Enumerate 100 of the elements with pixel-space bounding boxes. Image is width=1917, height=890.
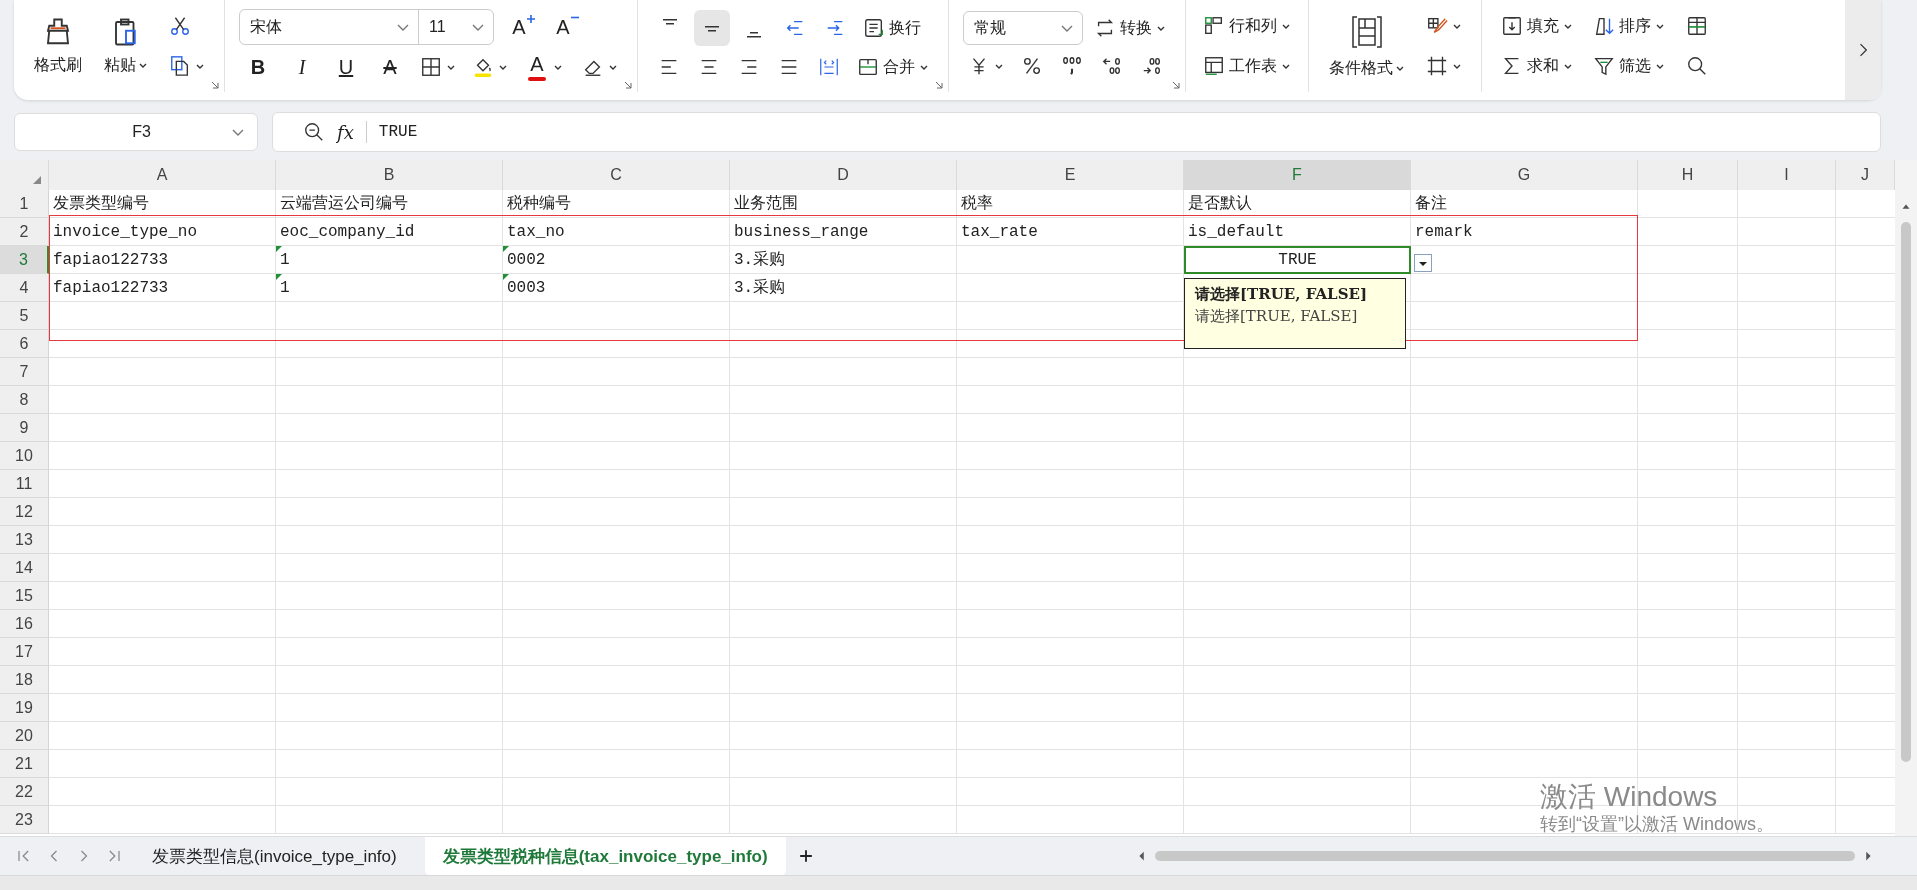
table-cell: 0003 (503, 274, 730, 302)
column-header[interactable]: I (1738, 160, 1836, 192)
row-header[interactable]: 15 (0, 582, 49, 610)
column-header[interactable]: H (1638, 160, 1738, 192)
filter-icon (1593, 55, 1615, 77)
table-cell-text: fapiao122733 (52, 250, 170, 271)
function-button[interactable]: fx (337, 121, 354, 143)
color-bar-icon (528, 77, 546, 81)
row-header[interactable]: 14 (0, 554, 49, 582)
dialog-launcher-icon[interactable] (210, 80, 220, 90)
sum-button[interactable]: 求和 (1496, 51, 1578, 81)
row-header[interactable]: 7 (0, 358, 49, 386)
fill-button[interactable]: 填充 (1496, 11, 1578, 41)
sort-button[interactable]: 排序 (1588, 11, 1670, 41)
sheet-tab[interactable]: 发票类型信息(invoice_type_info) (134, 836, 415, 876)
italic-button[interactable]: I (283, 51, 321, 83)
row-header[interactable]: 3 (0, 246, 49, 274)
copy-icon (169, 55, 191, 77)
paint-bucket-icon (472, 56, 494, 78)
wrap-text-icon (863, 17, 885, 39)
scrollbar-thumb[interactable] (1901, 222, 1911, 762)
freeze-panes-icon (1686, 15, 1708, 37)
row-header[interactable]: 1 (0, 190, 49, 218)
row-header[interactable]: 9 (0, 414, 49, 442)
zoom-out-icon[interactable] (303, 121, 325, 143)
column-header[interactable]: A (49, 160, 276, 192)
merge-button[interactable]: 合并 (852, 52, 934, 82)
row-header[interactable]: 2 (0, 218, 49, 246)
tooltip-message: 请选择[TRUE, FALSE] (1195, 307, 1359, 326)
dialog-launcher-icon[interactable] (1171, 80, 1181, 90)
convert-button[interactable]: 转换 (1089, 13, 1171, 43)
percent-icon (1021, 55, 1043, 77)
row-header[interactable]: 17 (0, 638, 49, 666)
font-color-button[interactable]: A (519, 51, 571, 83)
conditional-format-button[interactable]: 条件格式 (1323, 9, 1411, 83)
filter-button[interactable]: 筛选 (1588, 51, 1670, 81)
row-header[interactable]: 4 (0, 274, 49, 302)
table-icon (1349, 13, 1385, 50)
merge-icon (857, 56, 879, 78)
table-cell-text: invoice_type_no (52, 222, 199, 243)
scrollbar-thumb[interactable] (1155, 851, 1855, 861)
dialog-launcher-icon[interactable] (934, 80, 944, 90)
formula-field[interactable]: TRUE (378, 123, 1880, 141)
column-header[interactable]: C (503, 160, 730, 192)
frame-icon (1426, 55, 1448, 77)
row-header[interactable]: 18 (0, 666, 49, 694)
increase-decimal-icon (1101, 55, 1123, 77)
table-cell-text: business_range (733, 222, 870, 243)
sheet-tab[interactable]: 发票类型税种信息(tax_invoice_type_info) (424, 836, 786, 876)
distribute-icon (818, 56, 840, 78)
name-box[interactable]: F3 (14, 113, 258, 151)
row-header[interactable]: 12 (0, 498, 49, 526)
row-header[interactable]: 20 (0, 722, 49, 750)
column-header[interactable]: J (1836, 160, 1895, 192)
row-header[interactable]: 22 (0, 778, 49, 806)
dialog-launcher-icon[interactable] (623, 80, 633, 90)
vertical-scrollbar[interactable] (1895, 160, 1917, 836)
row-header[interactable]: 8 (0, 386, 49, 414)
row-header[interactable]: 23 (0, 806, 49, 834)
underline-button[interactable]: U (327, 51, 365, 83)
strikethrough-button[interactable]: A (371, 51, 409, 83)
table-cell: 0002 (503, 246, 730, 274)
active-cell[interactable]: TRUE (1184, 246, 1411, 274)
table-cell-text: 云端营运公司编号 (279, 193, 409, 215)
row-header[interactable]: 16 (0, 610, 49, 638)
grid-icon (420, 56, 442, 78)
paste-button[interactable]: 粘贴 (98, 12, 154, 80)
decrease-font-button[interactable]: A (544, 11, 582, 43)
decrease-decimal-icon (1141, 55, 1163, 77)
row-header[interactable]: 10 (0, 442, 49, 470)
table-cell-text: 3.采购 (733, 250, 787, 271)
row-header[interactable]: 13 (0, 526, 49, 554)
table-cell-text: is_default (1187, 222, 1285, 243)
number-format-select[interactable]: 常规 (963, 11, 1083, 45)
tooltip-title: 请选择[TRUE, FALSE] (1195, 285, 1368, 304)
row-header[interactable]: 21 (0, 750, 49, 778)
align-middle-button[interactable] (694, 10, 730, 46)
column-header[interactable]: D (730, 160, 957, 192)
table-cell-text: tax_rate (960, 222, 1039, 243)
format-painter-button[interactable]: 格式刷 (28, 12, 88, 80)
row-header[interactable]: 19 (0, 694, 49, 722)
wrap-text-button[interactable]: 换行 (858, 13, 926, 43)
row-header[interactable]: 5 (0, 302, 49, 330)
rows-columns-icon (1203, 15, 1225, 37)
table-cell-text: tax_no (506, 222, 566, 243)
rows-columns-button[interactable]: 行和列 (1198, 11, 1296, 41)
row-header[interactable]: 11 (0, 470, 49, 498)
dropdown-button[interactable] (1414, 254, 1432, 272)
column-header[interactable]: E (957, 160, 1184, 192)
increase-font-button[interactable]: A (500, 11, 538, 43)
table-cell-text: fapiao122733 (52, 278, 170, 299)
bold-button[interactable]: B (239, 51, 277, 83)
row-header[interactable]: 6 (0, 330, 49, 358)
column-header[interactable]: B (276, 160, 503, 192)
worksheet-button[interactable]: 工作表 (1198, 51, 1296, 81)
column-header[interactable]: G (1411, 160, 1638, 192)
select-all-icon[interactable] (32, 175, 42, 185)
column-header[interactable]: F (1184, 160, 1411, 192)
sort-icon (1593, 15, 1615, 37)
activation-message: 转到“设置”以激活 Windows。 (1540, 814, 1774, 835)
